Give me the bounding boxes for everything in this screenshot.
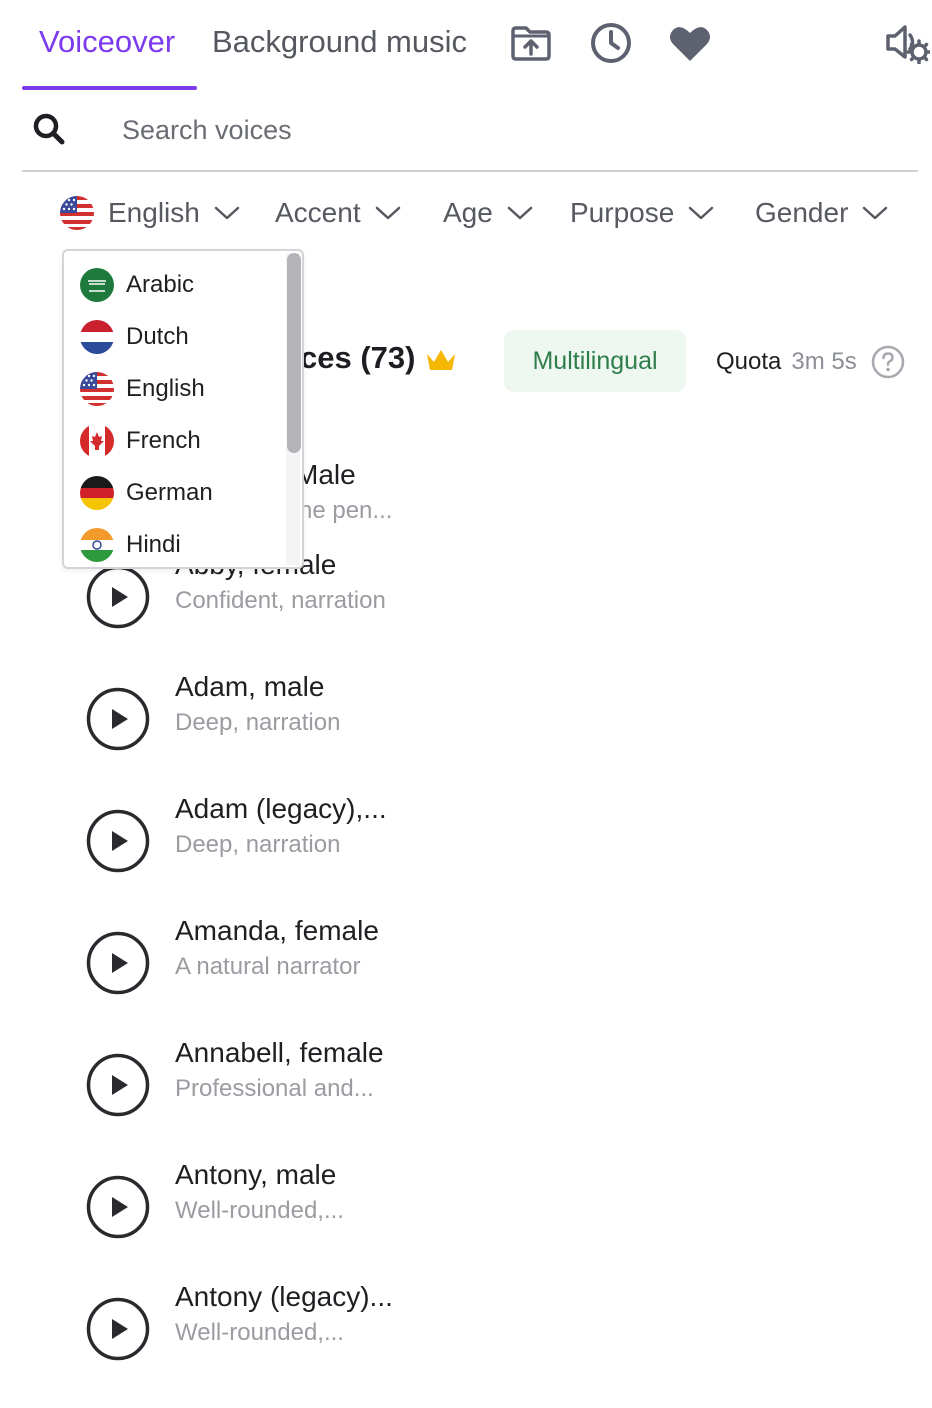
age-filter-label: Age [443,197,493,228]
dropdown-scrollbar[interactable] [286,253,301,565]
language-option-dutch[interactable]: Dutch [80,317,189,357]
voice-description: Deep, narration [175,709,341,736]
purpose-filter[interactable]: Purpose [570,190,714,236]
chevron-down-icon [863,206,888,220]
voice-description: Deep, narration [175,831,341,858]
language-option-label: French [126,427,201,454]
chevron-down-icon [375,206,400,220]
chevron-down-icon [507,206,533,220]
gender-filter[interactable]: Gender [755,190,888,236]
germany-flag-icon [80,476,114,510]
voice-name: Annabell, female [175,1037,384,1068]
language-option-label: Arabic [126,271,195,298]
netherlands-flag-icon [80,320,114,354]
top-tabs: Voiceover Background music [0,0,932,92]
speaker-gear-icon[interactable] [882,20,932,66]
voice-name: Antony, male [175,1159,337,1190]
voice-description: A natural narrator [175,953,361,980]
play-icon[interactable] [86,1175,150,1239]
language-filter[interactable]: English [60,190,240,236]
quota-info: Quota 3m 5s [716,340,905,384]
play-icon[interactable] [86,1297,150,1361]
india-flag-icon [80,528,114,562]
voice-description: Professional and... [175,1075,374,1102]
voice-name: Adam, male [175,671,325,702]
language-dropdown[interactable]: Arabic Dutch English French German Hindi [62,249,304,569]
play-icon[interactable] [86,565,150,629]
filter-bar: English Accent Age Purpose Gender [0,190,932,238]
multilingual-button[interactable]: Multilingual [504,330,686,392]
folder-upload-icon[interactable] [508,20,554,66]
us-flag-icon [60,196,94,230]
scrollbar-thumb[interactable] [287,253,301,453]
accent-filter-label: Accent [275,197,361,228]
play-icon[interactable] [86,931,150,995]
tab-voiceover[interactable]: Voiceover [39,22,175,62]
voice-picker-panel: Voiceover Background music Search voices… [0,0,932,1408]
voice-description: Confident, narration [175,587,386,614]
voice-item[interactable]: Amanda, female A natural narrator [86,915,786,1011]
age-filter[interactable]: Age [443,190,533,236]
voice-item[interactable]: Abby, female Confident, narration [86,549,786,645]
saudi-flag-icon [80,268,114,302]
us-flag-icon [80,372,114,406]
quota-label: Quota [716,348,782,375]
search-input[interactable] [122,108,882,152]
search-bar [22,100,918,172]
gender-filter-label: Gender [755,197,849,228]
language-option-label: Hindi [126,531,181,558]
language-option-label: English [126,375,205,402]
play-icon[interactable] [86,809,150,873]
voice-item[interactable]: Annabell, female Professional and... [86,1037,786,1133]
voice-item[interactable]: Adam, male Deep, narration [86,671,786,767]
language-option-english[interactable]: English [80,369,205,409]
voice-item[interactable]: Antony (legacy)... Well-rounded,... [86,1281,786,1377]
language-option-german[interactable]: German [80,473,213,513]
search-icon [33,113,65,145]
language-option-french[interactable]: French [80,421,201,461]
active-tab-indicator [22,86,197,90]
voice-name: Adam (legacy),... [175,793,387,824]
tab-background-music[interactable]: Background music [212,22,467,62]
voice-description: Well-rounded,... [175,1197,344,1224]
voice-description: Well-rounded,... [175,1319,344,1346]
voice-item[interactable]: Antony, male Well-rounded,... [86,1159,786,1255]
quota-value: 3m 5s [791,348,857,375]
clock-icon[interactable] [588,20,634,66]
crown-icon [427,350,455,370]
purpose-filter-label: Purpose [570,197,675,228]
chevron-down-icon [214,206,240,220]
voice-item[interactable]: Adam (legacy),... Deep, narration [86,793,786,889]
language-option-hindi[interactable]: Hindi [80,525,181,565]
play-icon[interactable] [86,1053,150,1117]
accent-filter[interactable]: Accent [275,190,401,236]
voice-name: Amanda, female [175,915,379,946]
play-icon[interactable] [86,687,150,751]
language-option-label: German [126,479,213,506]
language-option-arabic[interactable]: Arabic [80,265,194,305]
canada-flag-icon [80,424,114,458]
language-option-label: Dutch [126,323,189,350]
voice-name: Antony (legacy)... [175,1281,393,1312]
heart-icon[interactable] [667,20,713,66]
language-filter-label: English [108,197,200,228]
chevron-down-icon [689,206,714,220]
help-icon[interactable] [871,345,905,379]
